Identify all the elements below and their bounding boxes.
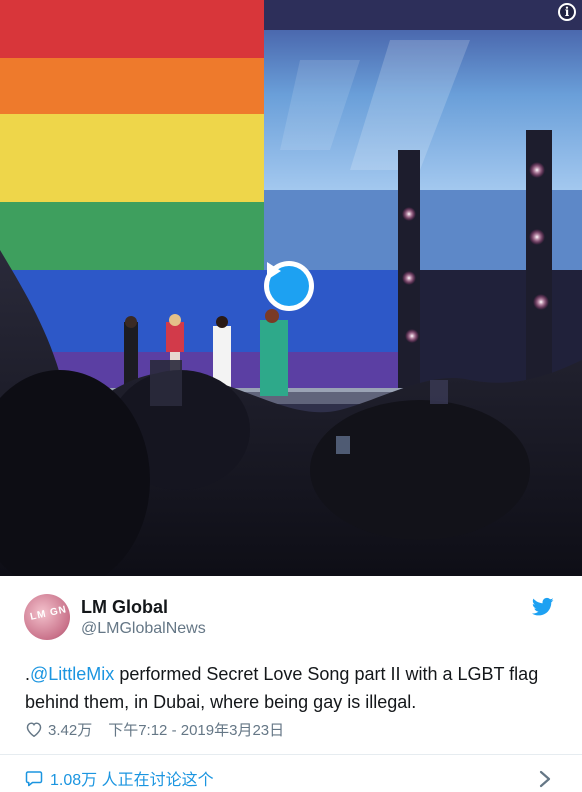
heart-icon[interactable] [25,721,43,737]
flag-stripe-green [0,202,264,270]
flag-stripe-blue [0,270,420,352]
author-avatar[interactable]: LM GN [24,594,70,640]
author-name[interactable]: LM Global [81,597,168,618]
tweet-timestamp[interactable]: 下午7:12 - 2019年3月23日 [108,719,284,740]
play-button[interactable] [264,261,314,311]
author-handle[interactable]: @LMGlobalNews [81,620,206,638]
info-icon[interactable]: i [558,3,576,21]
comment-bubble-icon [25,771,43,787]
tweet-text: .@LittleMix performed Secret Love Song p… [25,660,565,716]
flag-stripe-red [0,0,264,58]
mention-link[interactable]: @LittleMix [30,664,114,684]
twitter-bird-icon[interactable] [532,597,554,617]
tweet-meta: 3.42万 下午7:12 - 2019年3月23日 [25,718,284,740]
tweet-video[interactable]: i [0,0,582,576]
flag-stripe-orange [0,58,264,114]
play-icon [267,262,309,306]
chevron-right-icon[interactable] [538,770,552,788]
discussion-link[interactable]: 1.08万 人正在讨论这个 [25,766,214,790]
divider [0,754,582,755]
avatar-text: LM GN [29,604,68,623]
discussion-text: 1.08万 人正在讨论这个 [50,772,214,789]
flag-stripe-yellow [0,114,264,202]
like-count[interactable]: 3.42万 [48,719,92,740]
